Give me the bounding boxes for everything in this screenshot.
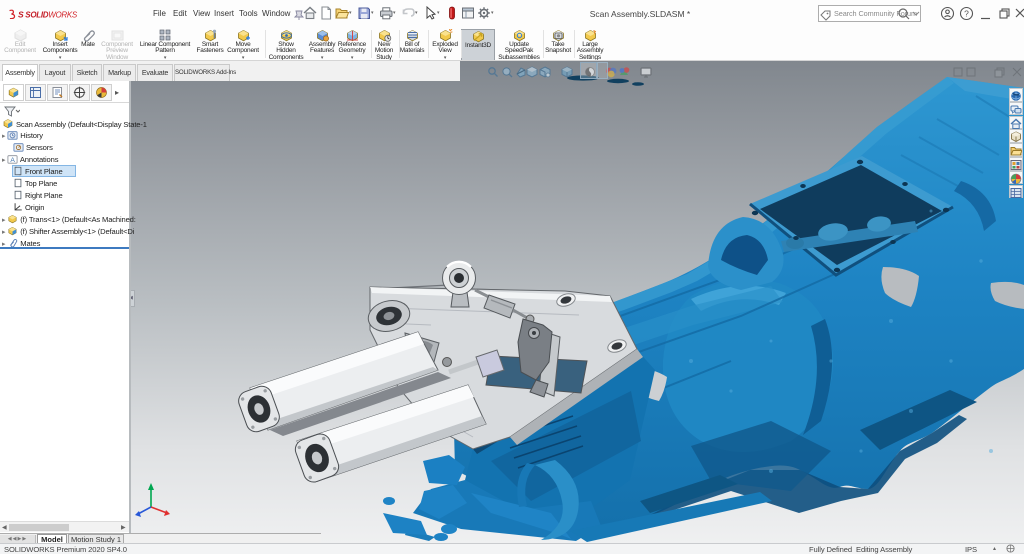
svg-text:?: ? [964,9,969,19]
svg-text:A: A [11,157,16,164]
